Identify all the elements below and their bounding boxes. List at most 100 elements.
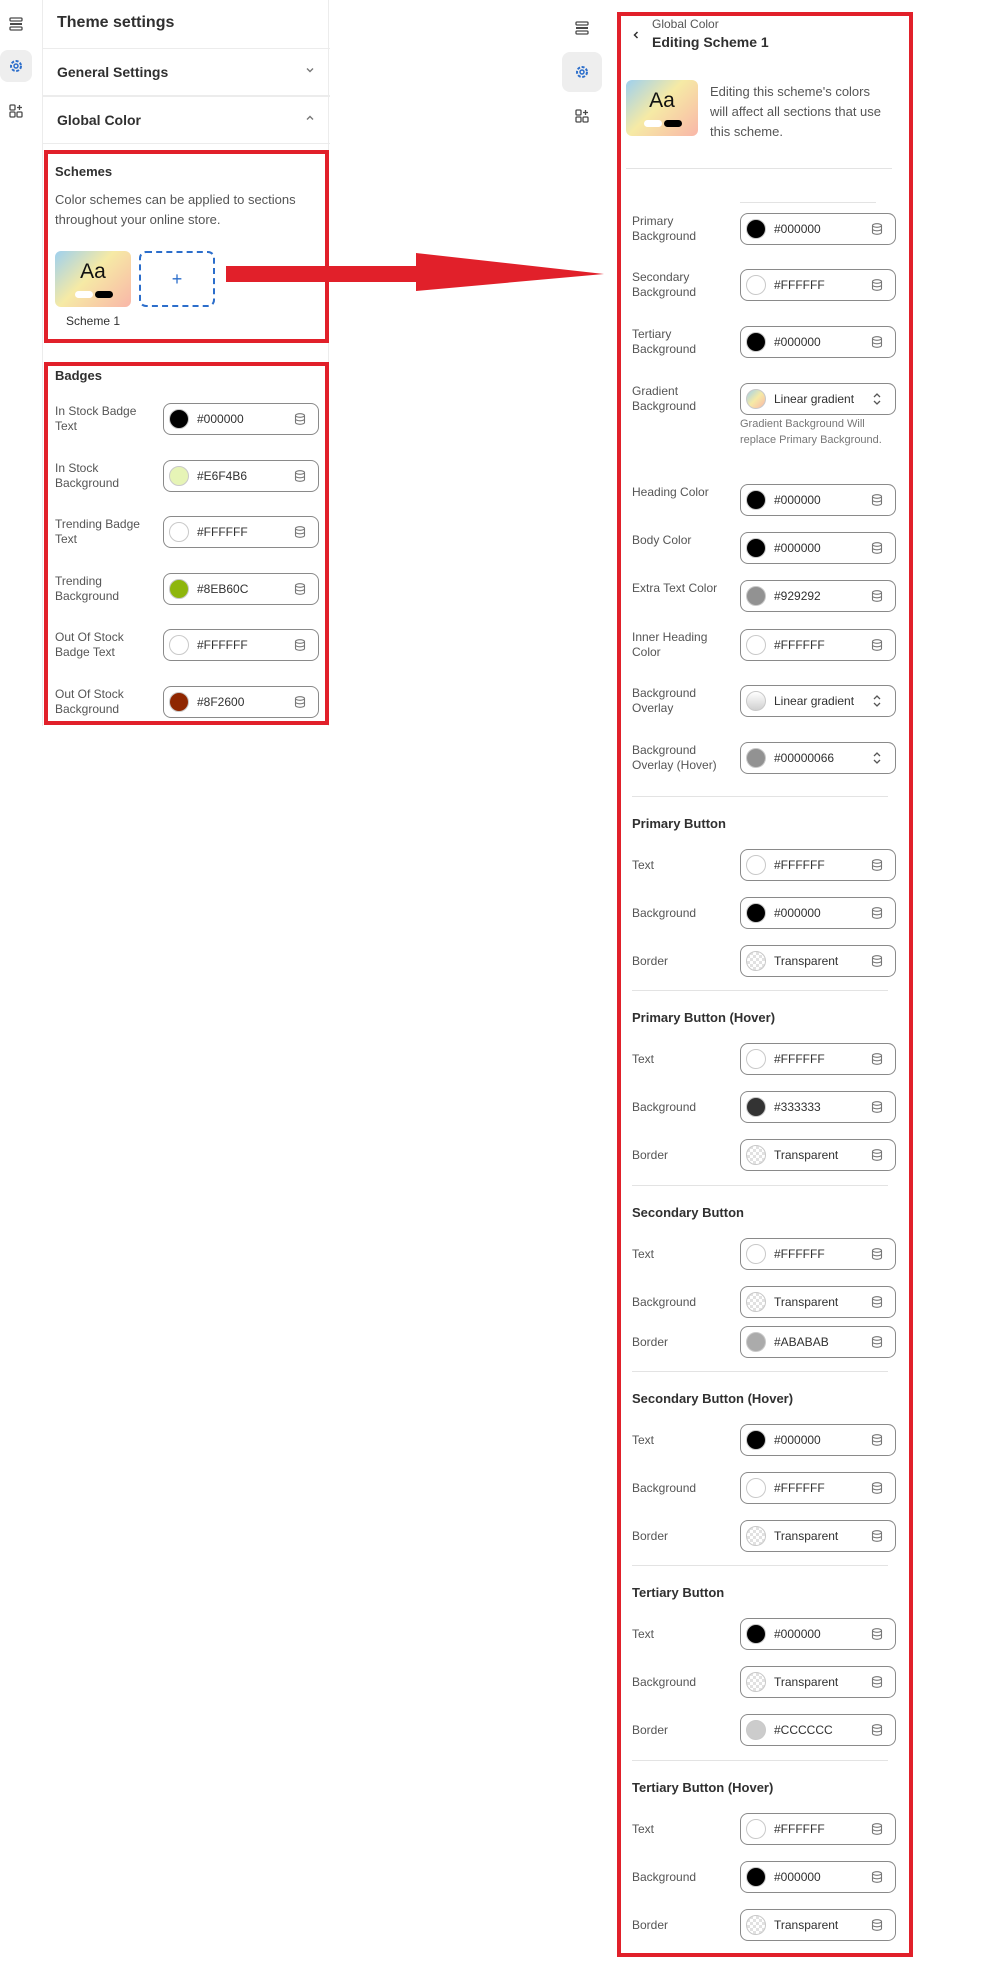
color-picker-field[interactable]: #000000 — [740, 1424, 896, 1456]
color-swatch[interactable] — [169, 635, 189, 655]
color-swatch[interactable] — [746, 1526, 766, 1546]
database-icon[interactable] — [865, 858, 889, 872]
color-picker-field[interactable]: Transparent — [740, 1286, 896, 1318]
database-icon[interactable] — [865, 1870, 889, 1884]
color-picker-field[interactable]: #000000 — [740, 1861, 896, 1893]
color-swatch[interactable] — [746, 1244, 766, 1264]
database-icon[interactable] — [865, 541, 889, 555]
color-picker-field[interactable]: Transparent — [740, 1139, 896, 1171]
section-global-color[interactable]: Global Color — [43, 96, 330, 144]
color-picker-field[interactable]: #000000 — [740, 213, 896, 245]
color-swatch[interactable] — [746, 1430, 766, 1450]
database-icon[interactable] — [865, 1529, 889, 1543]
color-picker-field[interactable]: #8EB60C — [163, 572, 319, 605]
color-picker-field[interactable]: #000000 — [163, 403, 319, 435]
chevron-updown-icon[interactable] — [865, 694, 889, 708]
database-icon[interactable] — [865, 335, 889, 349]
color-swatch[interactable] — [746, 1145, 766, 1165]
color-swatch[interactable] — [746, 1819, 766, 1839]
color-picker-field[interactable]: Transparent — [740, 1520, 896, 1552]
database-icon[interactable] — [865, 1481, 889, 1495]
color-swatch[interactable] — [746, 1292, 766, 1312]
color-swatch[interactable] — [746, 951, 766, 971]
database-icon[interactable] — [288, 525, 312, 539]
color-swatch[interactable] — [169, 409, 189, 429]
color-picker-field[interactable]: Transparent — [740, 1666, 896, 1698]
database-icon[interactable] — [288, 638, 312, 652]
color-swatch[interactable] — [746, 389, 766, 409]
color-picker-field[interactable]: #00000066 — [740, 742, 896, 774]
color-picker-field[interactable]: #FFFFFF — [163, 629, 319, 661]
color-swatch[interactable] — [169, 578, 189, 599]
database-icon[interactable] — [865, 278, 889, 292]
color-swatch[interactable] — [746, 748, 766, 768]
color-picker-field[interactable]: #FFFFFF — [740, 1238, 896, 1270]
chevron-updown-icon[interactable] — [865, 751, 889, 765]
color-swatch[interactable] — [746, 1624, 766, 1644]
section-general-settings[interactable]: General Settings — [43, 48, 330, 96]
color-picker-field[interactable]: #000000 — [740, 484, 896, 516]
color-picker-field[interactable]: #000000 — [740, 897, 896, 929]
color-picker-field[interactable]: #FFFFFF — [740, 1043, 896, 1075]
database-icon[interactable] — [865, 1675, 889, 1689]
database-icon[interactable] — [865, 222, 889, 236]
color-swatch[interactable] — [746, 1097, 766, 1117]
color-swatch[interactable] — [746, 219, 766, 239]
color-picker-field[interactable]: #FFFFFF — [163, 516, 319, 548]
chevron-updown-icon[interactable] — [865, 392, 889, 406]
color-picker-field[interactable]: Transparent — [740, 945, 896, 977]
color-picker-field[interactable]: Linear gradient — [740, 685, 896, 717]
back-chevron-icon[interactable] — [630, 28, 642, 44]
color-picker-field[interactable]: #CCCCCC — [740, 1714, 896, 1746]
color-swatch[interactable] — [169, 522, 189, 542]
color-picker-field[interactable]: Linear gradient — [740, 383, 896, 415]
color-swatch[interactable] — [746, 903, 766, 923]
database-icon[interactable] — [865, 954, 889, 968]
color-picker-field[interactable]: #E6F4B6 — [163, 459, 319, 492]
color-picker-field[interactable]: #000000 — [740, 1618, 896, 1650]
color-swatch[interactable] — [746, 538, 766, 558]
color-picker-field[interactable]: #FFFFFF — [740, 269, 896, 301]
breadcrumb[interactable]: Global Color — [652, 17, 719, 31]
database-icon[interactable] — [865, 1822, 889, 1836]
color-picker-field[interactable]: #8F2600 — [163, 685, 319, 718]
apps-icon[interactable] — [0, 95, 32, 127]
color-swatch[interactable] — [746, 1332, 766, 1352]
sections-icon[interactable] — [0, 8, 32, 40]
color-swatch[interactable] — [746, 490, 766, 510]
database-icon[interactable] — [288, 582, 312, 596]
settings-gear-icon[interactable] — [562, 52, 602, 92]
database-icon[interactable] — [288, 412, 312, 426]
database-icon[interactable] — [865, 638, 889, 652]
color-swatch[interactable] — [169, 465, 189, 486]
color-swatch[interactable] — [746, 586, 766, 606]
database-icon[interactable] — [865, 1918, 889, 1932]
color-swatch[interactable] — [746, 275, 766, 295]
color-picker-field[interactable]: #000000 — [740, 532, 896, 564]
color-swatch[interactable] — [746, 1915, 766, 1935]
color-swatch[interactable] — [746, 635, 766, 655]
database-icon[interactable] — [865, 1433, 889, 1447]
database-icon[interactable] — [288, 695, 312, 709]
color-swatch[interactable] — [746, 1049, 766, 1069]
database-icon[interactable] — [865, 906, 889, 920]
color-swatch[interactable] — [746, 1720, 766, 1740]
color-picker-field[interactable]: #FFFFFF — [740, 1813, 896, 1845]
database-icon[interactable] — [865, 1052, 889, 1066]
database-icon[interactable] — [865, 493, 889, 507]
database-icon[interactable] — [865, 589, 889, 603]
color-picker-field[interactable]: #FFFFFF — [740, 629, 896, 661]
database-icon[interactable] — [865, 1295, 889, 1309]
color-swatch[interactable] — [169, 691, 189, 712]
color-picker-field[interactable]: #333333 — [740, 1091, 896, 1123]
color-picker-field[interactable]: Transparent — [740, 1909, 896, 1941]
database-icon[interactable] — [865, 1148, 889, 1162]
apps-icon[interactable] — [562, 96, 602, 136]
color-picker-field[interactable]: #929292 — [740, 580, 896, 612]
color-picker-field[interactable]: #000000 — [740, 326, 896, 358]
color-swatch[interactable] — [746, 1867, 766, 1887]
color-picker-field[interactable]: #FFFFFF — [740, 849, 896, 881]
color-swatch[interactable] — [746, 855, 766, 875]
add-scheme-button[interactable]: + — [139, 251, 215, 307]
database-icon[interactable] — [288, 469, 312, 483]
